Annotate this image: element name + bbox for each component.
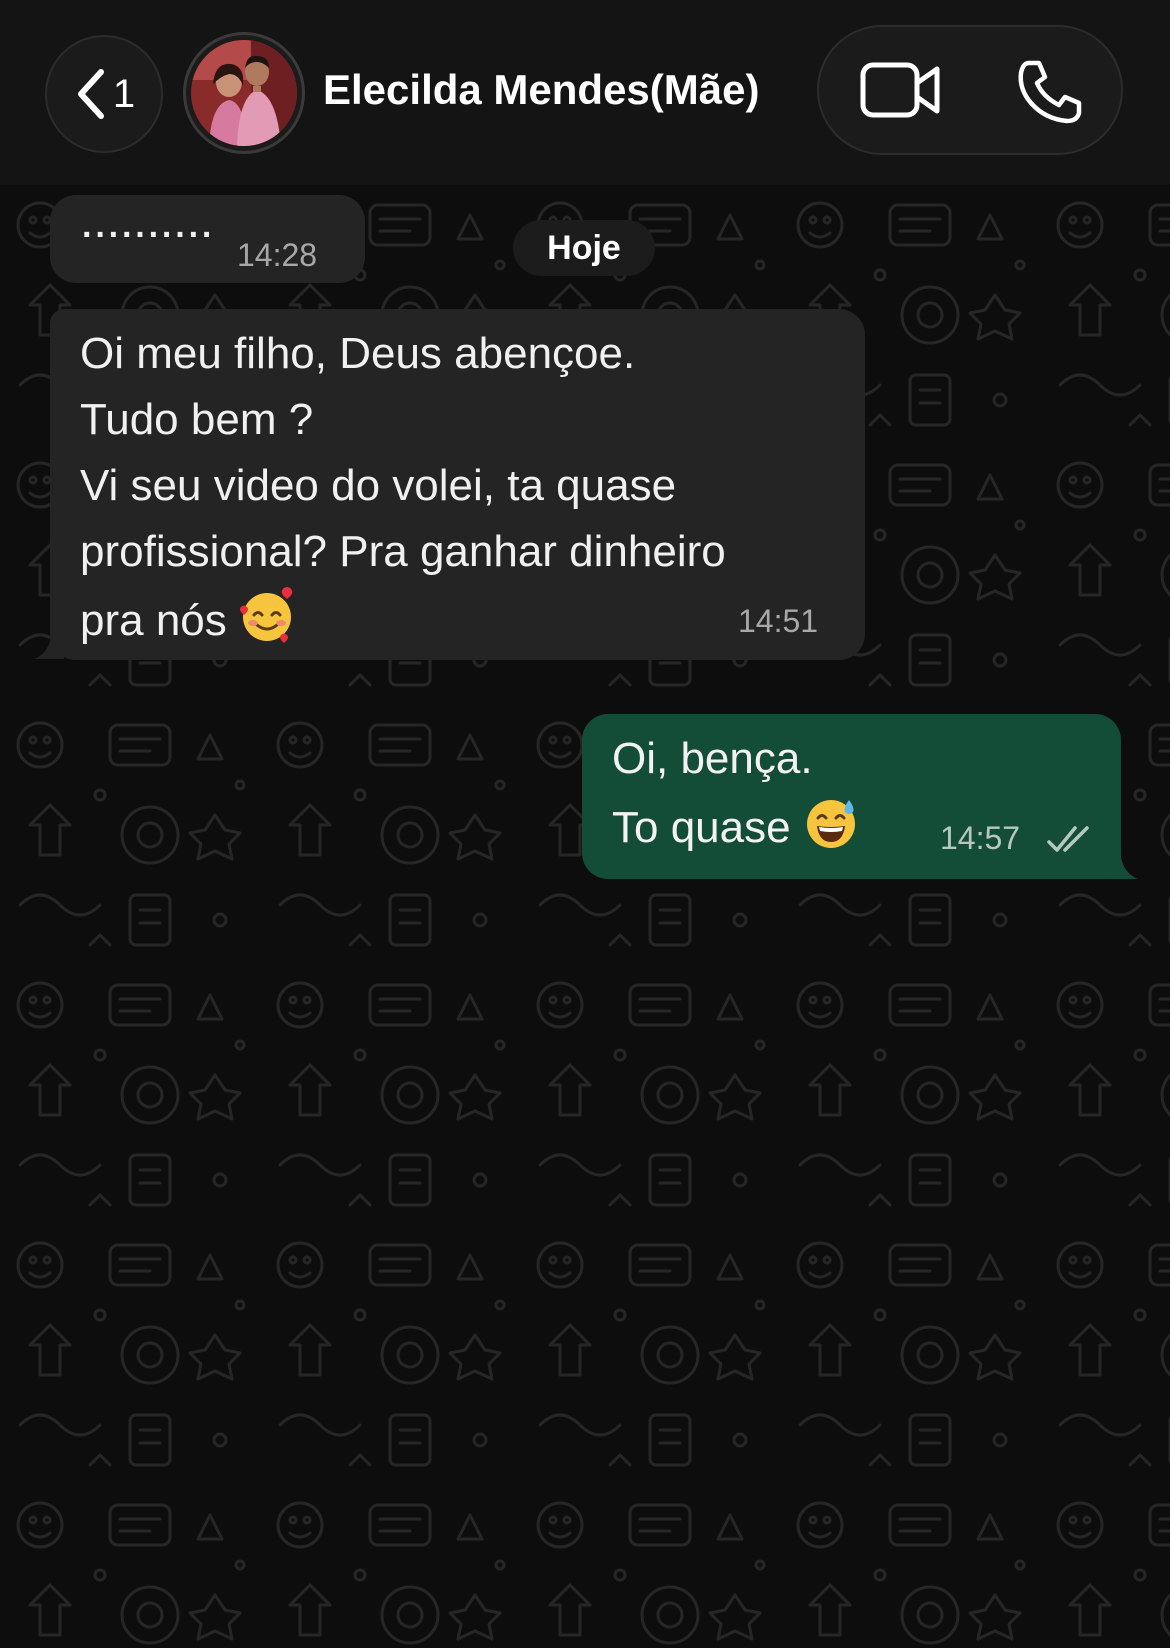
video-call-button[interactable]: [859, 59, 943, 121]
message-text: Oi, bença. To quase: [612, 734, 813, 852]
message-time: 14:51: [738, 603, 819, 639]
chevron-left-icon: [77, 69, 104, 119]
smiling-face-with-hearts-emoji: [239, 587, 293, 643]
message-text: ··········: [82, 216, 216, 254]
unread-count: 1: [112, 71, 136, 116]
message-time: 14:28: [237, 237, 318, 273]
avatar: [191, 40, 297, 146]
chat-screen: 1 Elecilda Mendes(Mãe) ·········· 14:28 …: [0, 0, 1170, 1648]
message-body: Oi meu filho, Deus abençoe. Tudo bem ? V…: [80, 321, 840, 654]
bubble-tail: [1108, 851, 1138, 879]
chat-header: 1 Elecilda Mendes(Mãe): [0, 0, 1170, 185]
avatar-photo: [191, 40, 297, 146]
message-bubble-outgoing[interactable]: Oi, bença. To quase 14:57: [582, 714, 1121, 879]
message-time: 14:57: [940, 820, 1021, 856]
message-bubble-incoming[interactable]: Oi meu filho, Deus abençoe. Tudo bem ? V…: [50, 309, 865, 660]
bubble-tail: [34, 631, 64, 659]
voice-call-button[interactable]: [1015, 57, 1085, 127]
read-receipt-icon: [1047, 826, 1089, 852]
contact-avatar[interactable]: [183, 32, 305, 154]
grinning-face-with-sweat-emoji: [806, 800, 855, 848]
back-button[interactable]: 1: [45, 35, 163, 153]
phone-icon: [1018, 60, 1082, 124]
date-separator: Hoje: [513, 220, 655, 276]
call-actions: [817, 25, 1123, 155]
message-list[interactable]: ·········· 14:28 Hoje Oi meu filho, Deus…: [0, 185, 1170, 1648]
message-bubble-incoming[interactable]: ·········· 14:28: [50, 195, 365, 283]
message-text: Oi meu filho, Deus abençoe. Tudo bem ? V…: [80, 329, 726, 645]
message-body: Oi, bença. To quase: [612, 726, 942, 861]
video-camera-icon: [860, 62, 940, 118]
contact-name[interactable]: Elecilda Mendes(Mãe): [323, 66, 759, 114]
